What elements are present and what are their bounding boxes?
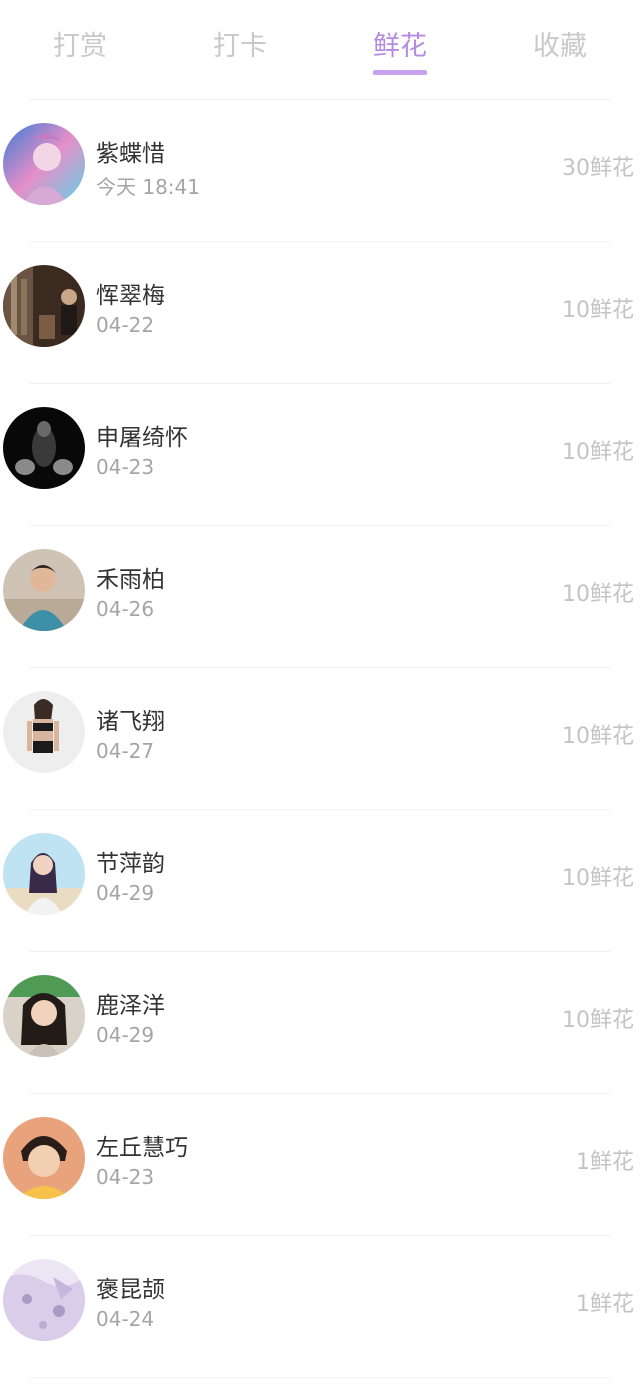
user-name: 左丘慧巧 [96,1135,188,1161]
timestamp: 04-24 [96,1307,155,1331]
flower-amount: 1鲜花 [576,1292,634,1317]
list-item[interactable]: 恽翠梅 04-22 10鲜花 [0,242,640,384]
tab-label: 鲜花 [373,31,427,62]
avatar[interactable] [3,975,85,1057]
tab-favorites[interactable]: 收藏 [480,0,640,80]
tab-label: 打卡 [213,31,267,62]
timestamp: 04-23 [96,455,155,479]
flower-amount: 10鲜花 [562,582,634,607]
user-name: 恽翠梅 [96,283,165,309]
divider [30,1377,610,1378]
avatar[interactable] [3,1117,85,1199]
tab-reward[interactable]: 打赏 [0,0,160,80]
user-name: 紫蝶惜 [96,141,165,167]
avatar[interactable] [3,833,85,915]
list-item[interactable]: 申屠绮怀 04-23 10鲜花 [0,384,640,526]
flower-amount: 1鲜花 [576,1150,634,1175]
avatar[interactable] [3,123,85,205]
flower-amount: 10鲜花 [562,724,634,749]
timestamp: 今天 18:41 [96,175,200,199]
tab-label: 收藏 [533,31,587,62]
user-name: 禾雨柏 [96,567,165,593]
list-item[interactable]: 鹿泽洋 04-29 10鲜花 [0,952,640,1094]
flower-amount: 30鲜花 [562,156,634,181]
tab-label: 打赏 [53,31,107,62]
list-item[interactable]: 紫蝶惜 今天 18:41 30鲜花 [0,100,640,242]
timestamp: 04-22 [96,313,155,337]
tab-bar: 打赏 打卡 鲜花 收藏 [0,0,640,100]
user-name: 节萍韵 [96,851,165,877]
tab-underline [373,70,427,75]
user-name: 鹿泽洋 [96,993,165,1019]
list-item[interactable]: 节萍韵 04-29 10鲜花 [0,810,640,952]
flower-list: 紫蝶惜 今天 18:41 30鲜花 恽翠梅 04-22 10鲜花 申屠绮怀 04… [0,100,640,1378]
timestamp: 04-27 [96,739,155,763]
user-name: 诸飞翔 [96,709,165,735]
timestamp: 04-29 [96,1023,155,1047]
timestamp: 04-23 [96,1165,155,1189]
flower-amount: 10鲜花 [562,866,634,891]
avatar[interactable] [3,407,85,489]
flower-amount: 10鲜花 [562,440,634,465]
tab-flowers[interactable]: 鲜花 [320,0,480,80]
avatar[interactable] [3,1259,85,1341]
list-item[interactable]: 诸飞翔 04-27 10鲜花 [0,668,640,810]
avatar[interactable] [3,265,85,347]
tab-checkin[interactable]: 打卡 [160,0,320,80]
user-name: 褒昆颉 [96,1277,165,1303]
flower-amount: 10鲜花 [562,298,634,323]
avatar[interactable] [3,549,85,631]
timestamp: 04-29 [96,881,155,905]
flower-amount: 10鲜花 [562,1008,634,1033]
user-name: 申屠绮怀 [96,425,188,451]
avatar[interactable] [3,691,85,773]
list-item[interactable]: 禾雨柏 04-26 10鲜花 [0,526,640,668]
list-item[interactable]: 褒昆颉 04-24 1鲜花 [0,1236,640,1378]
timestamp: 04-26 [96,597,155,621]
list-item[interactable]: 左丘慧巧 04-23 1鲜花 [0,1094,640,1236]
